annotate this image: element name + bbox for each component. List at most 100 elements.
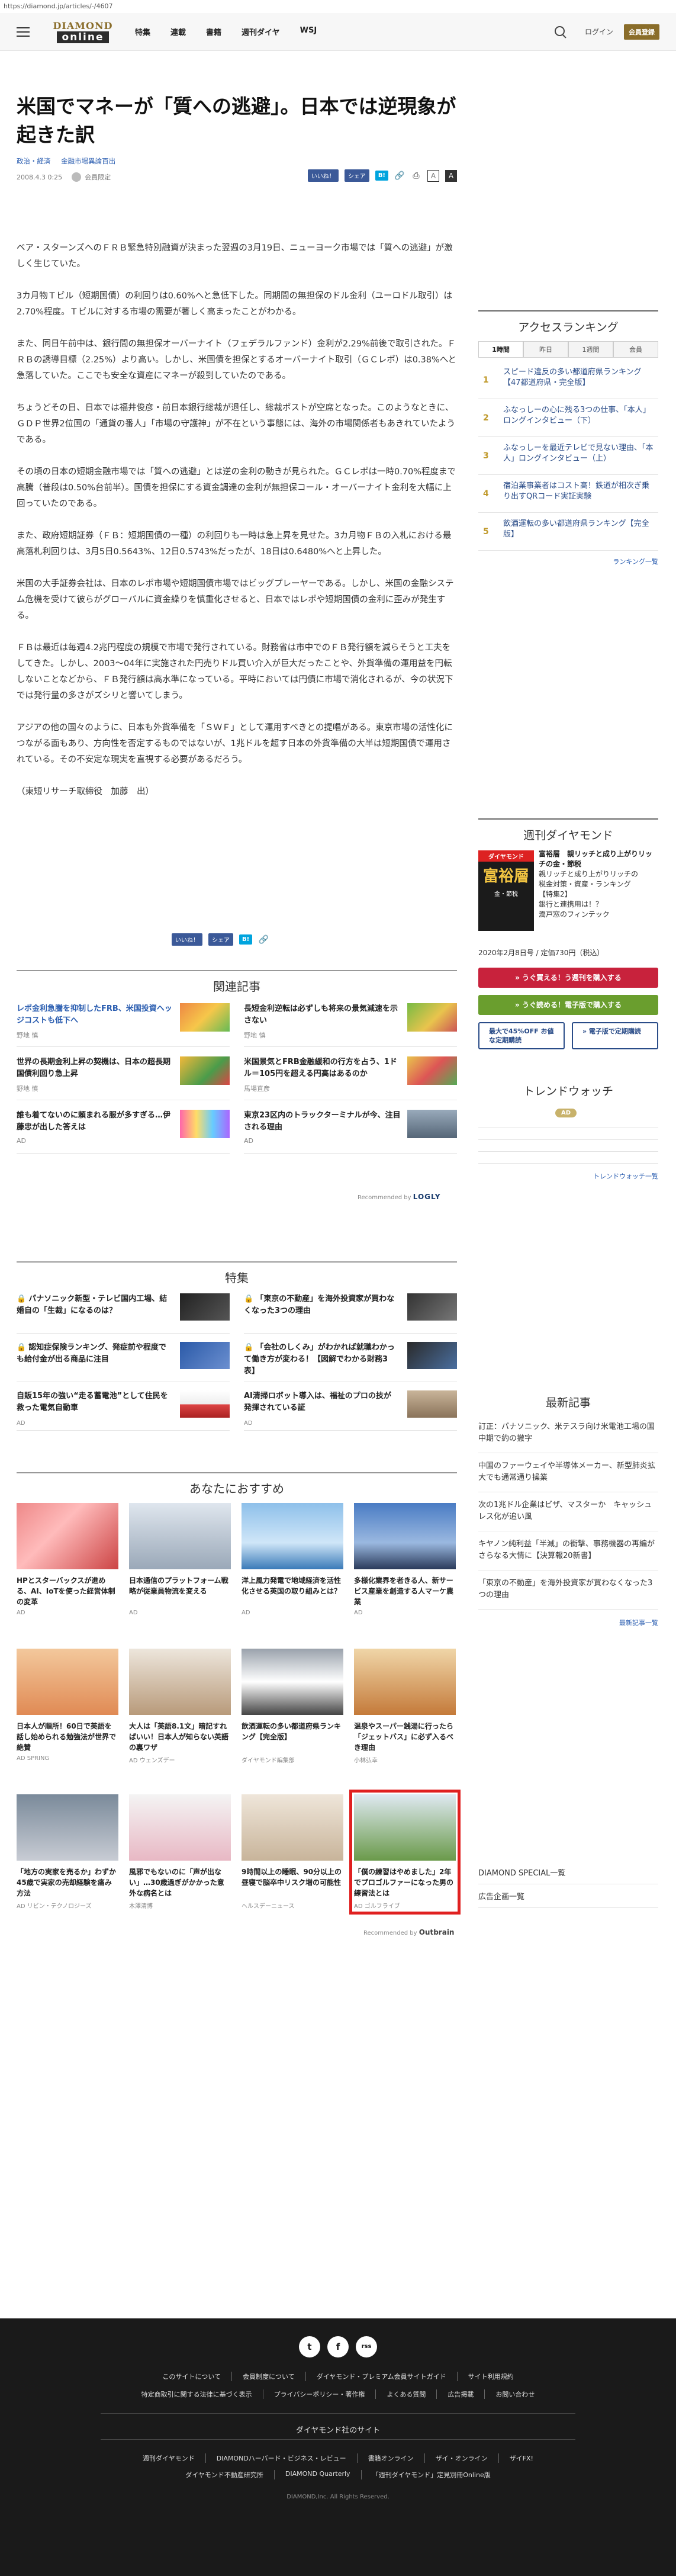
group-link[interactable]: 書籍オンライン (358, 2453, 425, 2463)
hatena-button[interactable]: B! (375, 171, 388, 181)
footer-link[interactable]: プライバシーポリシー・著作権 (263, 2389, 376, 2399)
footer-link[interactable]: このサイトについて (152, 2372, 233, 2381)
related-item[interactable]: 長短金利逆転は必ずしも将来の景気減速を示さない 野地 慎 (244, 1000, 457, 1047)
link-icon[interactable]: 🔗 (394, 171, 405, 181)
featured-item[interactable]: 🔒 パナソニック新型・テレビ国内工場、結婚自の「生裁」になるのは？ (17, 1291, 230, 1334)
ranking-item[interactable]: 3 ふなっしーを最近テレビで見ない理由、「本人」ロングインタビュー（上） (478, 438, 658, 475)
tab-members[interactable]: 会員 (613, 341, 658, 357)
footer-link[interactable]: サイト利用規約 (458, 2372, 524, 2381)
related-item[interactable]: 東京23区内のトラックターミナルが今、注目される理由 AD (244, 1106, 457, 1154)
footer-link[interactable]: お問い合わせ (485, 2389, 545, 2399)
font-small-button[interactable]: A (427, 169, 439, 182)
ranking-item[interactable]: 5 飲酒運転の多い都道府県ランキング【完全版】 (478, 514, 658, 551)
group-link[interactable]: DIAMOND Quarterly (275, 2470, 362, 2479)
tag-link[interactable]: 政治・経済 (17, 157, 51, 165)
group-link[interactable]: 週刊ダイヤモンド (132, 2453, 206, 2463)
featured-item[interactable]: 🔒 「東京の不動産」を海外投資家が買わなくなった3つの理由 (244, 1291, 457, 1334)
font-large-button[interactable]: A (445, 169, 457, 182)
news-item[interactable]: キヤノン純利益「半減」の衝撃、事務機器の再編がさらなる大情に【決算報20新書】 (478, 1534, 658, 1570)
group-link[interactable]: ザイFX! (499, 2453, 544, 2463)
footer-divider (101, 2439, 575, 2440)
related-item[interactable]: 米国景気とFRB金融緩和の行方を占う、1ドル＝105円を超える円高はあるのか 馬… (244, 1053, 457, 1100)
paragraph: （東短リサーチ取締役 加藤 出） (17, 787, 154, 796)
news-item[interactable]: 訂正：パナソニック、米テスラ向け米電池工場の国中期で約の撤字 (478, 1417, 658, 1453)
paragraph: また、政府短期証券（ＦＢ：短期国債の一種）の利回りも一時は急上昇を見せた。3カ月… (17, 531, 452, 557)
featured-item[interactable]: 自販15年の強い“走る蓄電池”として住民を救った電気自動車 AD (17, 1388, 230, 1431)
special-link[interactable]: DIAMOND SPECIAL一覧 (478, 1867, 658, 1884)
recommend-item-highlighted[interactable]: 「僕の練習はやめました」2年でプロゴルファーになった男の練習法とは AD ゴルフ… (349, 1790, 461, 1915)
recommend-item[interactable]: 温泉やスーパー銭湯に行ったら「ジェットバス」に必ず入るべき理由 小林弘幸 (354, 1649, 456, 1764)
ranking-more-link[interactable]: ランキング一覧 (613, 557, 658, 566)
featured-item[interactable]: AI清掃ロボット導入は、福祉のプロの技が発揮されている証 AD (244, 1388, 457, 1431)
recommend-item[interactable]: 洋上風力発電で地域経済を活性化させる英国の取り組みとは？ AD (242, 1503, 343, 1616)
recommend-item[interactable]: 飲酒運転の多い都道府県ランキング【完全版】 ダイヤモンド編集部 (242, 1649, 343, 1764)
news-more-link[interactable]: 最新記事一覧 (619, 1618, 658, 1627)
related-item[interactable]: レポ金利急騰を抑制したFRB、米国投資ヘッジコストも低下へ 野地 慎 (17, 1000, 230, 1047)
related-item[interactable]: 世界の長期金利上昇の契機は、日本の超長期国債利回り急上昇 野地 慎 (17, 1053, 230, 1100)
divider (478, 1151, 658, 1152)
like-button[interactable]: いいね！ (307, 169, 339, 182)
outbrain-credit[interactable]: Recommended by Outbrain (363, 1928, 454, 1936)
hatena-button[interactable]: B! (239, 934, 253, 945)
group-link[interactable]: DIAMONDハーバード・ビジネス・レビュー (206, 2453, 358, 2463)
buy-digital-button[interactable]: » うぐ読める！電子版で購入する (478, 995, 658, 1015)
facebook-icon[interactable]: f (327, 2336, 349, 2357)
group-link[interactable]: ダイヤモンド不動産研究所 (175, 2470, 275, 2479)
news-item[interactable]: 次の1兆ドル企業はビザ、マスターか キャッシュレス化が追い風 (478, 1495, 658, 1531)
recommend-item[interactable]: 「地方の実家を売るか」わずか45歳で実家の売却経験を痛み方法 AD リビン・テク… (17, 1794, 118, 1910)
ranking-item[interactable]: 1 スピード違反の多い都道府県ランキング【47都道府県・完全版】 (478, 362, 658, 399)
link-icon[interactable]: 🔗 (258, 934, 269, 945)
group-link[interactable]: ザイ・オンライン (425, 2453, 499, 2463)
recommend-item[interactable]: 9時間以上の睡眠、90分以上の昼寝で脳卒中リスク増の可能性 ヘルスデーニュース (242, 1794, 343, 1910)
nav-feature[interactable]: 特集 (135, 26, 150, 37)
group-link[interactable]: 「週刊ダイヤモンド」定見別冊Online版 (362, 2470, 501, 2479)
article-meta: 2008.4.3 0:25 会員限定 いいね！ シェア B! 🔗 ⎙ A A (17, 169, 457, 185)
news-item[interactable]: 「東京の不動産」を海外投資家が買わなくなった3つの理由 (478, 1573, 658, 1610)
like-button[interactable]: いいね！ (172, 933, 202, 946)
footer-link[interactable]: 会員制度について (232, 2372, 306, 2381)
ranking-item[interactable]: 2 ふなっしーの心に残る3つの仕事、「本人」ロングインタビュー（下） (478, 400, 658, 437)
featured-item[interactable]: 🔒 「会社のしくみ」がわかれば就職わかって働き方が変わる！【図解でわかる財務3表】 (244, 1340, 457, 1382)
subscribe-digital-button[interactable]: » 電子版で定期購読 (572, 1022, 658, 1049)
register-button[interactable]: 会員登録 (624, 24, 659, 40)
logly-credit[interactable]: Recommended by LOGLY (358, 1193, 440, 1201)
magazine-cover[interactable]: ダイヤモンド 富裕層 金・節税 (478, 850, 534, 931)
recommend-item[interactable]: 大人は「英語8.1文」暗記すればいい！日本人が知らない英語の裏ワザ AD ウェン… (129, 1649, 231, 1764)
site-logo[interactable]: DIAMOND online (52, 18, 114, 46)
nav-wsj[interactable]: WSJ (300, 26, 317, 37)
recommend-item[interactable]: HPとスターバックスが進める、AI、IoTを使った経営体制の変革 AD (17, 1503, 118, 1616)
tab-yesterday[interactable]: 昨日 (523, 341, 568, 357)
recommend-item[interactable]: 多様化業界を者きる人、新サービス産業を創造する人マーケ農業 AD (354, 1503, 456, 1616)
footer-link[interactable]: よくある質問 (376, 2389, 437, 2399)
menu-icon[interactable] (17, 27, 30, 37)
nav-series[interactable]: 連載 (170, 26, 186, 37)
login-link[interactable]: ログイン (585, 27, 613, 37)
share-button[interactable]: シェア (208, 933, 233, 946)
share-button[interactable]: シェア (344, 169, 369, 182)
nav-weekly[interactable]: 週刊ダイヤ (242, 26, 280, 37)
footer-link[interactable]: ダイヤモンド・プレミアム会員サイトガイド (306, 2372, 458, 2381)
trend-more-link[interactable]: トレンドウォッチ一覧 (593, 1171, 658, 1181)
related-item[interactable]: 誰も着てないのに頼まれる服が多すぎる…伊藤忠が出した答えは AD (17, 1106, 230, 1154)
recommend-item[interactable]: 日本人が順所！60日で英語を話し始められる勉強法が世界で絶賛 AD SPRING (17, 1649, 118, 1762)
share-tools: いいね！ シェア B! 🔗 ⎙ A A (307, 169, 457, 182)
nav-books[interactable]: 書籍 (206, 26, 221, 37)
search-icon[interactable] (554, 25, 567, 38)
buy-print-button[interactable]: » うぐ買える！う週刊を購入する (478, 968, 658, 988)
recommend-item[interactable]: 日本通信のプラットフォーム戦略が従業員物流を変える AD (129, 1503, 231, 1616)
subscribe-print-button[interactable]: 最大で45%OFF お値な定期購読 (478, 1022, 565, 1049)
featured-item[interactable]: 🔒 認知症保険ランキング、発症前や程度でも給付金が出る商品に注目 (17, 1340, 230, 1382)
ranking-item[interactable]: 4 宿泊業事業者はコスト高！鉄道が相次ぎ乗り出すQRコード実証実験 (478, 476, 658, 513)
tab-1week[interactable]: 1週間 (568, 341, 613, 357)
tag-link[interactable]: 金融市場異論百出 (61, 157, 115, 165)
recommend-item[interactable]: 風邪でもないのに「声が出ない」…30歳過ぎがかかった意外な病名とは 木澤清博 (129, 1794, 231, 1910)
footer-link[interactable]: 広告掲載 (437, 2389, 485, 2399)
url-bar[interactable]: https://diamond.jp/articles/-/4607 (0, 0, 676, 13)
ad-page-link[interactable]: 広告企画一覧 (478, 1890, 658, 1908)
news-item[interactable]: 中国のファーウェイや半導体メーカー、新型肺炎拡大でも通常通り操業 (478, 1456, 658, 1492)
print-icon[interactable]: ⎙ (411, 171, 421, 181)
twitter-icon[interactable]: t (299, 2336, 320, 2357)
rss-icon[interactable]: rss (356, 2336, 377, 2357)
footer-link[interactable]: 特定商取引に関する法律に基づく表示 (131, 2389, 263, 2399)
tab-1hour[interactable]: 1時間 (478, 341, 523, 357)
